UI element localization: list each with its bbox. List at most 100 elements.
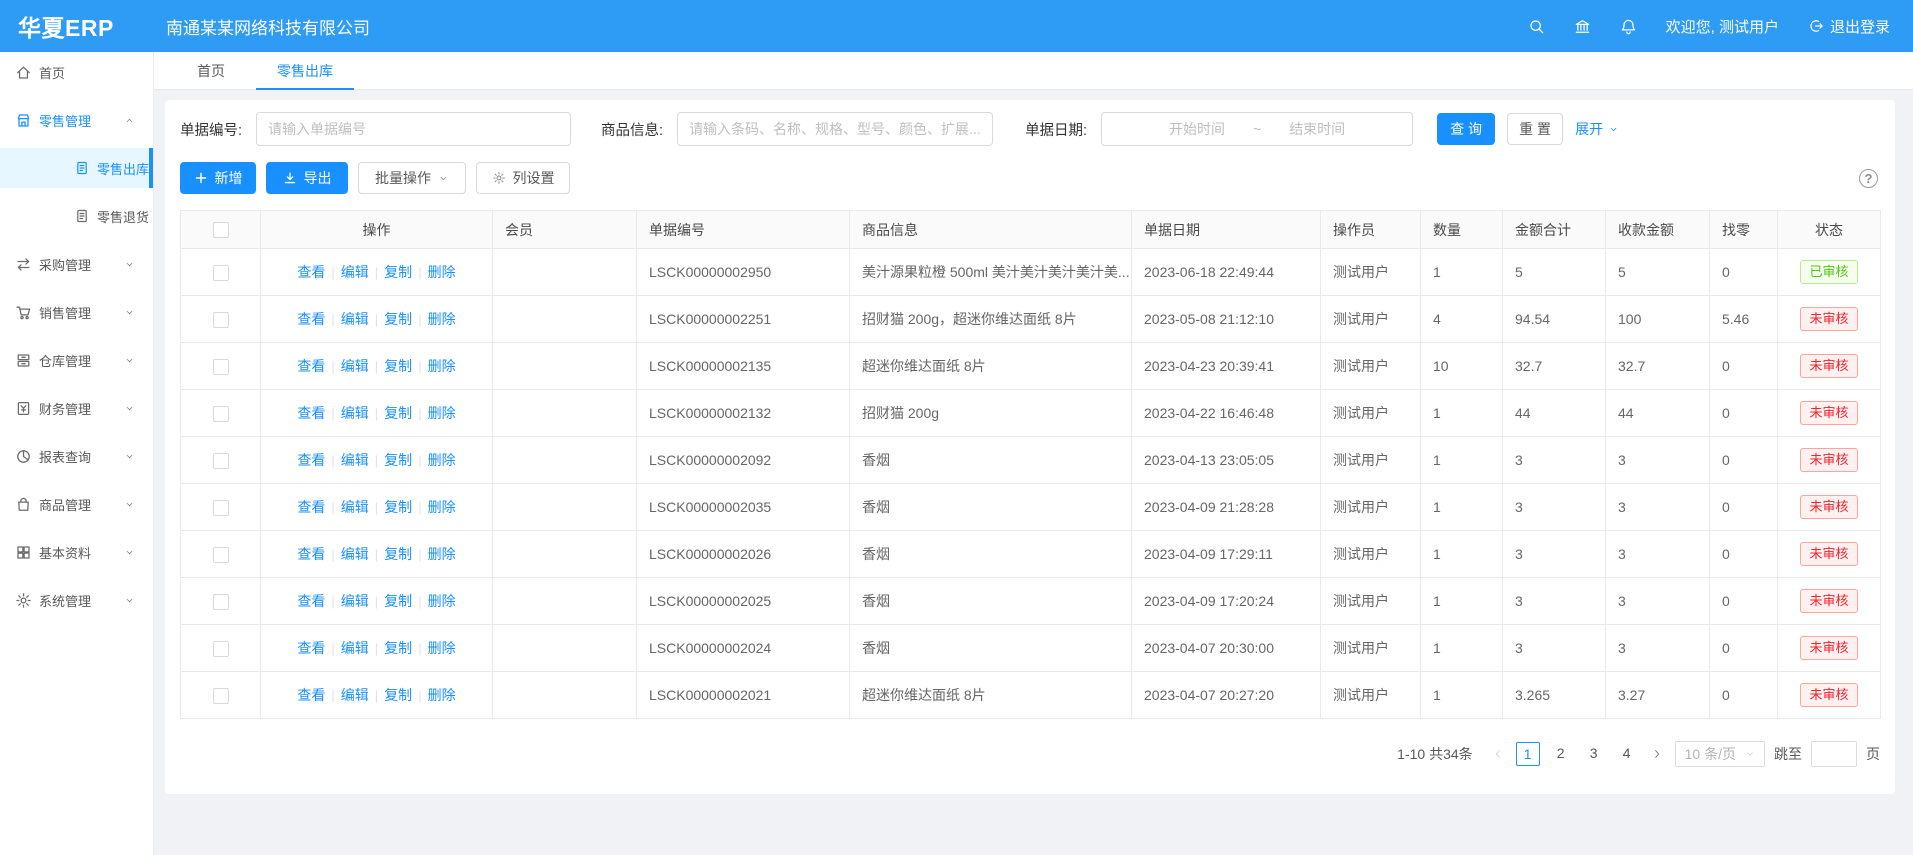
- action-edit-link[interactable]: 编辑: [341, 311, 369, 327]
- sidebar-item-warehouse-management[interactable]: 仓库管理: [0, 340, 153, 380]
- row-checkbox[interactable]: [213, 312, 229, 328]
- platform-icon[interactable]: [1574, 18, 1591, 35]
- action-view-link[interactable]: 查看: [297, 405, 325, 421]
- action-edit-link[interactable]: 编辑: [341, 499, 369, 515]
- row-checkbox[interactable]: [213, 547, 229, 563]
- pagination-page-3[interactable]: 3: [1582, 742, 1606, 766]
- action-delete-link[interactable]: 删除: [428, 358, 456, 374]
- row-checkbox[interactable]: [213, 500, 229, 516]
- date-range-picker[interactable]: 开始时间 ~ 结束时间: [1101, 112, 1413, 146]
- jump-to-input[interactable]: [1811, 741, 1857, 767]
- table-header-row: 操作会员单据编号商品信息单据日期操作员数量金额合计收款金额找零状态: [181, 211, 1881, 249]
- sidebar-item-retail-outbound[interactable]: 零售出库: [0, 148, 153, 188]
- batch-operation-button[interactable]: 批量操作: [358, 162, 466, 194]
- row-checkbox[interactable]: [213, 453, 229, 469]
- tab-home[interactable]: 首页: [176, 52, 246, 89]
- cell-member: [493, 578, 637, 625]
- action-view-link[interactable]: 查看: [297, 593, 325, 609]
- expand-link[interactable]: 展开: [1575, 119, 1619, 139]
- action-copy-link[interactable]: 复制: [384, 452, 412, 468]
- action-edit-link[interactable]: 编辑: [341, 687, 369, 703]
- action-copy-link[interactable]: 复制: [384, 593, 412, 609]
- column-header-7: 金额合计: [1503, 211, 1606, 249]
- action-view-link[interactable]: 查看: [297, 499, 325, 515]
- sidebar-item-system-management[interactable]: 系统管理: [0, 580, 153, 620]
- action-view-link[interactable]: 查看: [297, 640, 325, 656]
- pagination-page-1[interactable]: 1: [1516, 742, 1540, 766]
- row-checkbox[interactable]: [213, 594, 229, 610]
- action-edit-link[interactable]: 编辑: [341, 640, 369, 656]
- row-checkbox[interactable]: [213, 265, 229, 281]
- reset-button[interactable]: 重 置: [1507, 113, 1563, 145]
- pagination-prev-button[interactable]: [1489, 742, 1507, 766]
- order-no-input[interactable]: [256, 112, 571, 146]
- action-view-link[interactable]: 查看: [297, 452, 325, 468]
- cell-received: 3: [1606, 531, 1710, 578]
- row-checkbox[interactable]: [213, 641, 229, 657]
- action-edit-link[interactable]: 编辑: [341, 546, 369, 562]
- action-delete-link[interactable]: 删除: [428, 264, 456, 280]
- pagination-next-button[interactable]: [1648, 742, 1666, 766]
- cell-total: 3: [1503, 437, 1606, 484]
- cell-date: 2023-04-09 17:29:11: [1132, 531, 1321, 578]
- action-delete-link[interactable]: 删除: [428, 405, 456, 421]
- action-copy-link[interactable]: 复制: [384, 264, 412, 280]
- action-copy-link[interactable]: 复制: [384, 687, 412, 703]
- sidebar-item-report-query[interactable]: 报表查询: [0, 436, 153, 476]
- sidebar-item-sales-management[interactable]: 销售管理: [0, 292, 153, 332]
- action-view-link[interactable]: 查看: [297, 687, 325, 703]
- action-delete-link[interactable]: 删除: [428, 452, 456, 468]
- export-button[interactable]: 导出: [266, 162, 348, 194]
- row-checkbox[interactable]: [213, 406, 229, 422]
- cell-received: 3.27: [1606, 672, 1710, 719]
- action-delete-link[interactable]: 删除: [428, 311, 456, 327]
- sidebar-item-retail-return[interactable]: 零售退货: [0, 196, 153, 236]
- action-delete-link[interactable]: 删除: [428, 687, 456, 703]
- cell-received: 3: [1606, 578, 1710, 625]
- action-edit-link[interactable]: 编辑: [341, 452, 369, 468]
- sidebar-menu: 首页零售管理零售出库零售退货采购管理销售管理仓库管理财务管理报表查询商品管理基本…: [0, 52, 153, 620]
- action-delete-link[interactable]: 删除: [428, 499, 456, 515]
- action-copy-link[interactable]: 复制: [384, 499, 412, 515]
- pagination-page-4[interactable]: 4: [1615, 742, 1639, 766]
- action-delete-link[interactable]: 删除: [428, 640, 456, 656]
- select-all-checkbox[interactable]: [213, 222, 229, 238]
- sidebar-item-purchase-management[interactable]: 采购管理: [0, 244, 153, 284]
- action-copy-link[interactable]: 复制: [384, 405, 412, 421]
- action-delete-link[interactable]: 删除: [428, 593, 456, 609]
- sidebar-item-home[interactable]: 首页: [0, 52, 153, 92]
- cell-status: 未审核: [1778, 531, 1881, 578]
- sidebar-item-finance-management[interactable]: 财务管理: [0, 388, 153, 428]
- action-edit-link[interactable]: 编辑: [341, 593, 369, 609]
- action-edit-link[interactable]: 编辑: [341, 264, 369, 280]
- pagination-page-2[interactable]: 2: [1549, 742, 1573, 766]
- search-button[interactable]: 查 询: [1437, 113, 1495, 145]
- cell-operator: 测试用户: [1321, 578, 1421, 625]
- sidebar-item-basic-data[interactable]: 基本资料: [0, 532, 153, 572]
- column-setting-button[interactable]: 列设置: [476, 162, 570, 194]
- logout-button[interactable]: 退出登录: [1808, 16, 1890, 37]
- action-view-link[interactable]: 查看: [297, 546, 325, 562]
- sidebar-item-retail-management[interactable]: 零售管理: [0, 100, 153, 140]
- action-delete-link[interactable]: 删除: [428, 546, 456, 562]
- row-checkbox[interactable]: [213, 688, 229, 704]
- sidebar-item-goods-management[interactable]: 商品管理: [0, 484, 153, 524]
- product-info-input[interactable]: [677, 112, 993, 146]
- cell-date: 2023-05-08 21:12:10: [1132, 296, 1321, 343]
- action-copy-link[interactable]: 复制: [384, 358, 412, 374]
- action-copy-link[interactable]: 复制: [384, 640, 412, 656]
- action-edit-link[interactable]: 编辑: [341, 358, 369, 374]
- tab-retail-outbound[interactable]: 零售出库: [256, 52, 354, 89]
- notification-bell-icon[interactable]: [1620, 18, 1637, 35]
- page-size-select[interactable]: 10 条/页: [1675, 741, 1765, 767]
- action-view-link[interactable]: 查看: [297, 311, 325, 327]
- action-view-link[interactable]: 查看: [297, 358, 325, 374]
- add-button[interactable]: 新增: [180, 162, 256, 194]
- help-icon[interactable]: ?: [1859, 169, 1878, 188]
- search-icon[interactable]: [1528, 18, 1545, 35]
- action-view-link[interactable]: 查看: [297, 264, 325, 280]
- action-edit-link[interactable]: 编辑: [341, 405, 369, 421]
- action-copy-link[interactable]: 复制: [384, 311, 412, 327]
- row-checkbox[interactable]: [213, 359, 229, 375]
- action-copy-link[interactable]: 复制: [384, 546, 412, 562]
